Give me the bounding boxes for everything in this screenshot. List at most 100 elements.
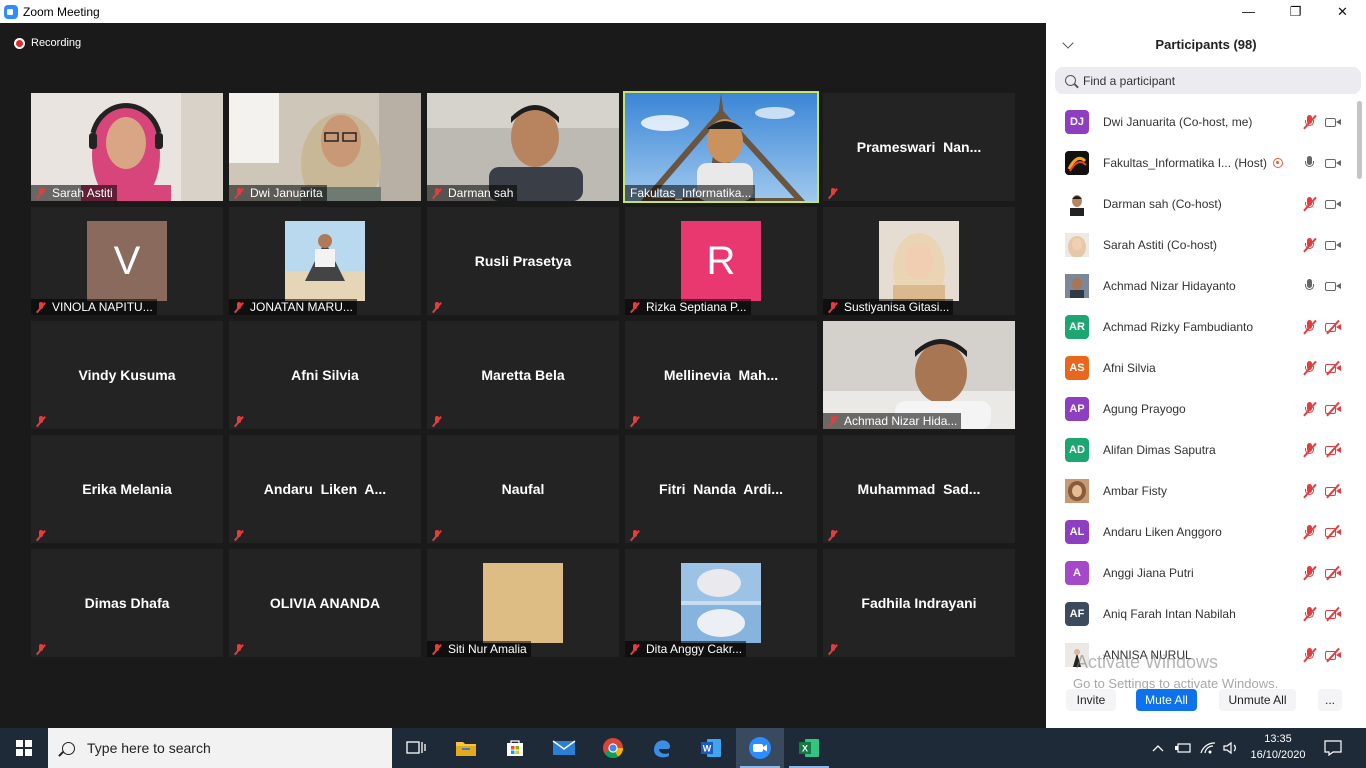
participant-avatar: AL — [1065, 519, 1089, 544]
participant-row[interactable]: AS Afni Silvia — [1046, 347, 1356, 388]
video-tile[interactable]: Maretta Bela — [427, 321, 619, 429]
video-tile[interactable]: Sustiyanisa Gitasi... — [823, 207, 1015, 315]
video-camera-icon[interactable] — [1325, 155, 1341, 171]
task-view-icon[interactable] — [392, 728, 440, 768]
participant-row[interactable]: Darman sah (Co-host) — [1046, 183, 1356, 224]
file-explorer-icon[interactable] — [442, 728, 490, 768]
muted-mic-icon — [234, 187, 244, 199]
participant-row[interactable]: Ambar Fisty — [1046, 470, 1356, 511]
battery-icon[interactable] — [1173, 728, 1193, 768]
video-off-icon[interactable] — [1325, 524, 1341, 540]
tile-caption: Rizka Septiana P... — [625, 299, 751, 315]
recording-indicator[interactable]: Recording — [14, 37, 81, 49]
video-camera-icon[interactable] — [1325, 114, 1341, 130]
participant-row[interactable]: AP Agung Prayogo — [1046, 388, 1356, 429]
video-off-icon[interactable] — [1325, 483, 1341, 499]
collapse-chevron-icon[interactable] — [1062, 37, 1074, 49]
muted-mic-icon[interactable] — [1302, 319, 1318, 335]
muted-mic-icon[interactable] — [1302, 196, 1318, 212]
show-hidden-icons-chevron-icon[interactable] — [1150, 728, 1166, 768]
unmute-all-button[interactable]: Unmute All — [1219, 689, 1296, 711]
edge-icon[interactable] — [638, 728, 686, 768]
video-tile[interactable]: Fakultas_Informatika... — [623, 91, 819, 203]
video-tile[interactable]: V VINOLA NAPITU... — [31, 207, 223, 315]
video-tile[interactable]: Naufal — [427, 435, 619, 543]
participant-row[interactable]: AD Alifan Dimas Saputra — [1046, 429, 1356, 470]
video-tile[interactable]: Achmad Nizar Hida... — [823, 321, 1015, 429]
chrome-icon[interactable] — [589, 728, 637, 768]
tile-caption: Darman sah — [427, 185, 518, 201]
muted-mic-icon[interactable] — [1302, 442, 1318, 458]
mute-all-button[interactable]: Mute All — [1136, 689, 1197, 711]
video-off-icon[interactable] — [1325, 442, 1341, 458]
video-tile[interactable]: Dwi Januarita — [229, 93, 421, 201]
video-tile[interactable]: Rusli Prasetya — [427, 207, 619, 315]
participant-row[interactable]: Fakultas_Informatika I... (Host) — [1046, 142, 1356, 183]
video-tile[interactable]: Mellinevia Mah... — [625, 321, 817, 429]
video-tile[interactable]: Fadhila Indrayani — [823, 549, 1015, 657]
zoom-taskbar-icon[interactable] — [736, 728, 784, 768]
mic-icon[interactable] — [1302, 155, 1318, 171]
video-tile[interactable]: Prameswari Nan... — [823, 93, 1015, 201]
muted-mic-icon[interactable] — [1302, 647, 1318, 663]
participant-search-input[interactable] — [1083, 73, 1343, 88]
video-tile[interactable]: OLIVIA ANANDA — [229, 549, 421, 657]
minimize-button[interactable]: — — [1225, 0, 1272, 23]
participant-row[interactable]: AF Aniq Farah Intan Nabilah — [1046, 593, 1356, 634]
wifi-icon[interactable] — [1198, 728, 1218, 768]
video-off-icon[interactable] — [1325, 319, 1341, 335]
video-tile[interactable]: Muhammad Sad... — [823, 435, 1015, 543]
more-options-button[interactable]: ... — [1318, 689, 1342, 711]
microsoft-store-icon[interactable] — [491, 728, 539, 768]
mic-icon[interactable] — [1302, 278, 1318, 294]
participant-row[interactable]: AL Andaru Liken Anggoro — [1046, 511, 1356, 552]
taskbar-search[interactable]: Type here to search — [48, 728, 392, 768]
participant-list-scrollbar[interactable] — [1356, 101, 1362, 669]
start-button[interactable] — [0, 728, 48, 768]
participant-row[interactable]: AR Achmad Rizky Fambudianto — [1046, 306, 1356, 347]
video-tile[interactable]: Sarah Astiti — [31, 93, 223, 201]
restore-button[interactable]: ❐ — [1272, 0, 1319, 23]
muted-mic-icon — [828, 643, 838, 655]
muted-mic-icon[interactable] — [1302, 401, 1318, 417]
video-tile[interactable]: JONATAN MARU... — [229, 207, 421, 315]
word-icon[interactable]: W — [687, 728, 735, 768]
muted-mic-icon[interactable] — [1302, 360, 1318, 376]
video-tile[interactable]: Dimas Dhafa — [31, 549, 223, 657]
video-camera-icon[interactable] — [1325, 237, 1341, 253]
participant-row[interactable]: Achmad Nizar Hidayanto — [1046, 265, 1356, 306]
muted-mic-icon[interactable] — [1302, 565, 1318, 581]
participant-row[interactable]: Sarah Astiti (Co-host) — [1046, 224, 1356, 265]
video-tile[interactable]: Darman sah — [427, 93, 619, 201]
video-tile[interactable]: Vindy Kusuma — [31, 321, 223, 429]
invite-button[interactable]: Invite — [1066, 689, 1116, 711]
video-camera-icon[interactable] — [1325, 196, 1341, 212]
participant-row[interactable]: DJ Dwi Januarita (Co-host, me) — [1046, 101, 1356, 142]
participant-row[interactable]: A Anggi Jiana Putri — [1046, 552, 1356, 593]
video-tile[interactable]: Andaru Liken A... — [229, 435, 421, 543]
video-camera-icon[interactable] — [1325, 278, 1341, 294]
taskbar-clock[interactable]: 13:35 16/10/2020 — [1240, 731, 1316, 763]
excel-icon[interactable]: X — [785, 728, 833, 768]
notifications-icon[interactable] — [1318, 728, 1348, 768]
muted-mic-icon[interactable] — [1302, 237, 1318, 253]
video-off-icon[interactable] — [1325, 565, 1341, 581]
mail-icon[interactable] — [540, 728, 588, 768]
muted-mic-icon[interactable] — [1302, 483, 1318, 499]
scroll-thumb[interactable] — [1357, 101, 1362, 179]
muted-mic-icon[interactable] — [1302, 524, 1318, 540]
video-tile[interactable]: Siti Nur Amalia — [427, 549, 619, 657]
video-off-icon[interactable] — [1325, 360, 1341, 376]
video-tile[interactable]: Afni Silvia — [229, 321, 421, 429]
video-tile[interactable]: Fitri Nanda Ardi... — [625, 435, 817, 543]
close-button[interactable]: ✕ — [1319, 0, 1366, 23]
video-tile[interactable]: Erika Melania — [31, 435, 223, 543]
volume-icon[interactable] — [1221, 728, 1241, 768]
video-off-icon[interactable] — [1325, 401, 1341, 417]
video-tile[interactable]: Dita Anggy Cakr... — [625, 549, 817, 657]
muted-mic-icon[interactable] — [1302, 606, 1318, 622]
video-off-icon[interactable] — [1325, 606, 1341, 622]
video-off-icon[interactable] — [1325, 647, 1341, 663]
video-tile[interactable]: R Rizka Septiana P... — [625, 207, 817, 315]
muted-mic-icon[interactable] — [1302, 114, 1318, 130]
